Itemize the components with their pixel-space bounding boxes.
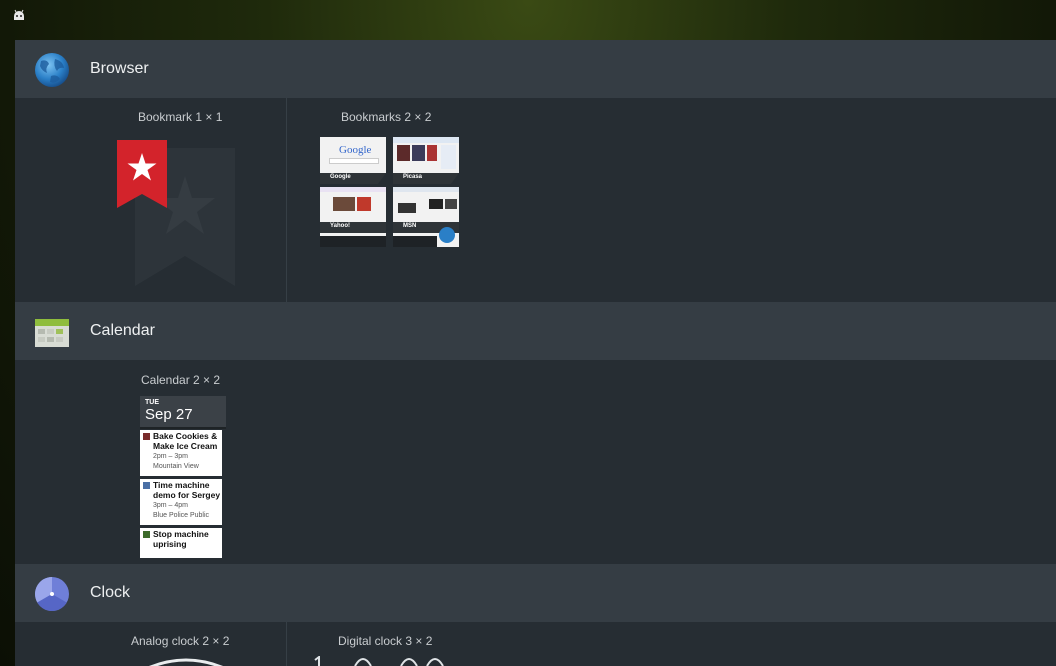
thumb-label: Picasa <box>403 174 423 180</box>
section-row-clock: Analog clock 2 × 2 Digital clock 3 × 2 <box>15 622 1056 666</box>
section-header-calendar: Calendar <box>15 302 1056 360</box>
widget-label: Bookmark 1 × 1 <box>138 110 223 124</box>
widget-label: Digital clock 3 × 2 <box>338 634 433 648</box>
bookmark-thumb-yahoo: Yahoo! <box>320 187 386 247</box>
widget-label: Calendar 2 × 2 <box>141 373 221 387</box>
event-color-swatch <box>143 482 150 489</box>
bookmark-thumb-msn: MSN <box>393 187 459 247</box>
widget-bookmarks-2x2[interactable]: Bookmarks 2 × 2 Google Google Picasa Yah… <box>287 98 1056 302</box>
event-location: Mountain View <box>153 463 199 470</box>
thumb-label: Yahoo! <box>330 223 351 229</box>
bookmark-thumb-google: Google Google <box>320 137 386 184</box>
calendar-date: Sep 27 <box>145 406 193 423</box>
widget-digital-clock-3x2[interactable]: Digital clock 3 × 2 <box>287 622 1056 666</box>
status-bar <box>0 0 1056 40</box>
calendar-event: Time machine demo for Sergey 3pm – 4pm B… <box>140 479 222 525</box>
event-time: 3pm – 4pm <box>153 502 189 509</box>
calendar-day: TUE <box>145 399 159 406</box>
event-color-swatch <box>143 531 150 538</box>
event-location: Blue Police Public <box>153 512 210 519</box>
event-title: Time machine demo for Sergey <box>153 480 221 500</box>
calendar-event: Bake Cookies & Make Ice Cream 2pm – 3pm … <box>140 430 222 476</box>
analog-clock-preview <box>149 658 223 666</box>
calendar-widget-preview: TUE Sep 27 Bake Cookies & Make Ice Cream… <box>140 396 226 558</box>
event-title: Stop machine uprising <box>153 529 209 549</box>
widget-label: Bookmarks 2 × 2 <box>341 110 432 124</box>
section-title-calendar: Calendar <box>90 322 155 339</box>
widget-bookmark-1x1[interactable]: Bookmark 1 × 1 <box>15 98 286 302</box>
clock-icon <box>35 577 69 611</box>
event-title: Bake Cookies & Make Ice Cream <box>153 431 218 451</box>
calendar-icon <box>35 319 69 347</box>
bookmark-star-icon <box>117 140 235 286</box>
section-header-browser: Browser <box>15 40 1056 98</box>
android-icon <box>14 9 24 20</box>
widget-analog-clock-2x2[interactable]: Analog clock 2 × 2 <box>15 622 286 666</box>
thumb-label: MSN <box>403 223 417 229</box>
widget-label: Analog clock 2 × 2 <box>131 634 230 648</box>
section-header-clock: Clock <box>15 564 1056 622</box>
section-row-browser: Bookmark 1 × 1 Bookmarks 2 × 2 Google Go… <box>15 98 1056 302</box>
section-title-browser: Browser <box>90 60 149 77</box>
calendar-event: Stop machine uprising <box>140 528 222 558</box>
thumb-label: Google <box>330 174 351 180</box>
event-color-swatch <box>143 433 150 440</box>
widget-list[interactable]: Browser Bookmark 1 × 1 Bookmarks 2 × 2 G… <box>15 40 1056 666</box>
section-title-clock: Clock <box>90 584 131 601</box>
calendar-header: TUE Sep 27 <box>140 396 226 429</box>
bookmark-thumb-picasa: Picasa <box>393 137 459 184</box>
event-time: 2pm – 3pm <box>153 453 189 460</box>
globe-icon <box>35 53 69 87</box>
digital-clock-preview <box>314 656 444 666</box>
